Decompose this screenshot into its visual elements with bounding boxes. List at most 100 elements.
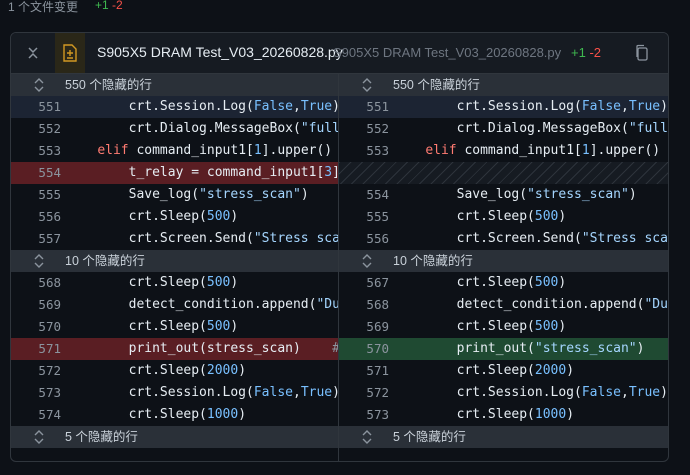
hidden-lines-row[interactable]: 10 个隐藏的行 bbox=[339, 250, 668, 272]
file-diff: S905X5 DRAM Test_V03_20260828.py S905X5 … bbox=[10, 32, 669, 462]
expand-icon[interactable] bbox=[31, 77, 47, 93]
code-text: crt.Sleep(2000) bbox=[394, 360, 668, 382]
code-line[interactable]: 570 crt.Sleep(500) bbox=[11, 316, 338, 338]
code-line[interactable]: 552 crt.Dialog.MessageBox("full bbox=[339, 118, 668, 140]
code-token: crt.Sleep( bbox=[394, 319, 535, 334]
code-token: crt.Sleep( bbox=[66, 275, 207, 290]
code-token: crt.Sleep( bbox=[66, 209, 207, 224]
hidden-lines-row[interactable]: 550 个隐藏的行 bbox=[11, 74, 338, 96]
code-line[interactable]: 568 crt.Sleep(500) bbox=[11, 272, 338, 294]
code-line[interactable]: 555 Save_log("stress_scan") bbox=[11, 184, 338, 206]
expand-icon[interactable] bbox=[359, 429, 375, 445]
hidden-lines-label: 10 个隐藏的行 bbox=[393, 254, 473, 268]
code-number: 500 bbox=[206, 319, 231, 334]
code-text: print_out("stress_scan") bbox=[394, 338, 668, 360]
code-line[interactable]: 557 crt.Screen.Send("Stress scan bbox=[11, 228, 338, 250]
file-name[interactable]: S905X5 DRAM Test_V03_20260828.py bbox=[97, 44, 343, 60]
code-token: t_relay = command_input1[ bbox=[66, 165, 325, 180]
code-token: ) bbox=[566, 407, 575, 422]
code-text: print_out(stress_scan) # bbox=[66, 338, 338, 360]
code-line[interactable]: 574 crt.Sleep(1000) bbox=[11, 404, 338, 426]
line-number: 567 bbox=[366, 275, 389, 290]
copy-icon[interactable] bbox=[634, 44, 650, 62]
code-line[interactable]: 553 elif command_input1[1].upper() = bbox=[11, 140, 338, 162]
line-number: 555 bbox=[366, 209, 389, 224]
code-text: crt.Sleep(1000) bbox=[66, 404, 338, 426]
code-number: 1000 bbox=[206, 407, 239, 422]
code-token: ) bbox=[558, 319, 567, 334]
file-diff-icon bbox=[63, 44, 77, 62]
code-number: 1 bbox=[581, 143, 590, 158]
code-line[interactable]: 569 crt.Sleep(500) bbox=[339, 316, 668, 338]
file-additions: +1 bbox=[571, 45, 586, 60]
code-line[interactable]: 569 detect_condition.append("Dur bbox=[11, 294, 338, 316]
line-number: 574 bbox=[38, 407, 61, 422]
file-diff-stats: +1 -2 bbox=[571, 45, 601, 60]
code-line[interactable]: 571 crt.Sleep(2000) bbox=[339, 360, 668, 382]
file-type-badge bbox=[55, 33, 85, 73]
code-line[interactable]: 573 crt.Session.Log(False,True) bbox=[11, 382, 338, 404]
code-token: , bbox=[292, 99, 301, 114]
code-text: crt.Screen.Send("Stress scan bbox=[66, 228, 338, 250]
diff-pane-modified: 550 个隐藏的行 551 crt.Session.Log(False,True)… bbox=[339, 74, 668, 461]
code-line[interactable]: 553 elif command_input1[1].upper() = bbox=[339, 140, 668, 162]
code-line[interactable]: 573 crt.Sleep(1000) bbox=[339, 404, 668, 426]
code-line[interactable]: 572 crt.Sleep(2000) bbox=[11, 360, 338, 382]
line-number: 554 bbox=[38, 165, 61, 180]
hidden-lines-row[interactable]: 5 个隐藏的行 bbox=[339, 426, 668, 448]
code-token: ) bbox=[300, 187, 309, 202]
code-line[interactable]: 572 crt.Session.Log(False,True) bbox=[339, 382, 668, 404]
line-number: 570 bbox=[38, 319, 61, 334]
code-token: crt.Sleep( bbox=[66, 363, 207, 378]
code-line[interactable]: 571 print_out(stress_scan) # bbox=[11, 338, 338, 360]
code-token: detect_condition.append( bbox=[394, 297, 645, 312]
collapse-button[interactable] bbox=[25, 45, 41, 61]
line-number: 556 bbox=[366, 231, 389, 246]
code-token: crt.Sleep( bbox=[394, 363, 535, 378]
code-line[interactable]: 554 t_relay = command_input1[3] bbox=[11, 162, 338, 184]
code-line[interactable]: 570 print_out("stress_scan") bbox=[339, 338, 668, 360]
code-token: crt.Screen.Send( bbox=[394, 231, 582, 246]
code-line[interactable]: 552 crt.Dialog.MessageBox("full bbox=[11, 118, 338, 140]
code-string: "full bbox=[300, 121, 338, 136]
code-token: crt.Dialog.MessageBox( bbox=[394, 121, 629, 136]
code-string: "stress_scan" bbox=[534, 341, 637, 356]
code-string: "stress_scan" bbox=[199, 187, 301, 202]
diff-stats: +1 -2 bbox=[95, 0, 123, 12]
line-number: 569 bbox=[38, 297, 61, 312]
hidden-lines-row[interactable]: 550 个隐藏的行 bbox=[339, 74, 668, 96]
expand-icon[interactable] bbox=[359, 253, 375, 269]
expand-icon[interactable] bbox=[31, 429, 47, 445]
code-string: "Stress scan bbox=[253, 231, 338, 246]
code-text: crt.Session.Log(False,True) bbox=[394, 96, 668, 118]
code-token: crt.Screen.Send( bbox=[66, 231, 254, 246]
expand-icon[interactable] bbox=[31, 253, 47, 269]
code-token: , bbox=[620, 99, 629, 114]
code-line[interactable]: 555 crt.Sleep(500) bbox=[339, 206, 668, 228]
line-number: 557 bbox=[38, 231, 61, 246]
code-token: crt.Sleep( bbox=[394, 209, 535, 224]
code-token: ) bbox=[628, 187, 637, 202]
code-text: crt.Dialog.MessageBox("full bbox=[394, 118, 668, 140]
code-line[interactable]: 568 detect_condition.append("Dur bbox=[339, 294, 668, 316]
hidden-lines-label: 10 个隐藏的行 bbox=[65, 254, 145, 268]
code-line[interactable]: 567 crt.Sleep(500) bbox=[339, 272, 668, 294]
code-line[interactable]: 554 Save_log("stress_scan") bbox=[339, 184, 668, 206]
line-number: 552 bbox=[366, 121, 389, 136]
line-number: 570 bbox=[366, 341, 389, 356]
hidden-lines-row[interactable]: 10 个隐藏的行 bbox=[11, 250, 338, 272]
code-keyword: False bbox=[581, 99, 621, 114]
code-line[interactable]: 551 crt.Session.Log(False,True) bbox=[339, 96, 668, 118]
code-line[interactable]: 556 crt.Screen.Send("Stress scan bbox=[339, 228, 668, 250]
deletions-count: -2 bbox=[112, 0, 123, 12]
code-number: 500 bbox=[206, 209, 231, 224]
code-token: crt.Dialog.MessageBox( bbox=[66, 121, 301, 136]
code-token: ].upper() = bbox=[261, 143, 333, 158]
code-line[interactable]: 556 crt.Sleep(500) bbox=[11, 206, 338, 228]
code-line[interactable]: 551 crt.Session.Log(False,True) bbox=[11, 96, 338, 118]
hidden-lines-row[interactable]: 5 个隐藏的行 bbox=[11, 426, 338, 448]
line-number: 552 bbox=[38, 121, 61, 136]
expand-icon[interactable] bbox=[359, 77, 375, 93]
code-token: , bbox=[292, 385, 301, 400]
code-keyword: False bbox=[581, 385, 621, 400]
